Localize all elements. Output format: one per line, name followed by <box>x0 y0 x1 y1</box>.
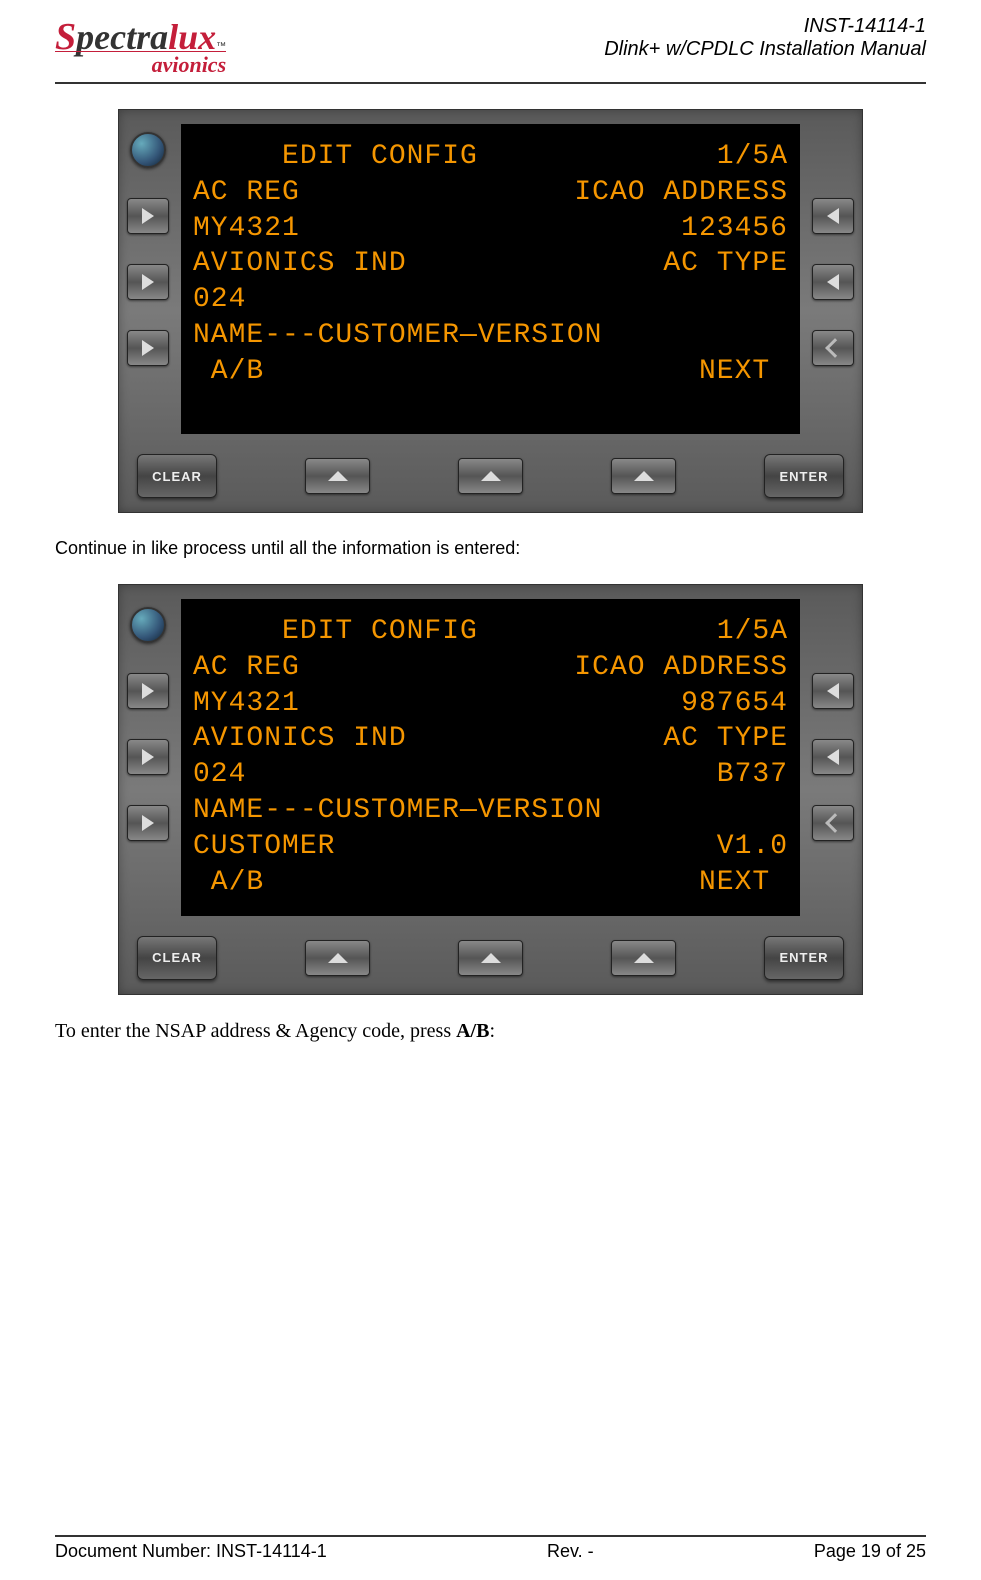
logo-avionics: avionics <box>55 51 226 78</box>
arrow-up-icon <box>634 953 654 963</box>
screen-l2-right: 123456 <box>681 211 788 247</box>
arrow-right-icon <box>142 340 154 356</box>
screen-l3-right: AC TYPE <box>663 721 788 757</box>
screen-l1-left: AC REG <box>193 650 300 686</box>
footer-left: Document Number: INST-14114-1 <box>55 1541 327 1562</box>
screen-title-left: EDIT CONFIG <box>193 614 478 650</box>
body-text-1: Continue in like process until all the i… <box>55 538 926 559</box>
doc-id: INST-14114-1 <box>604 15 926 38</box>
lsk-r3[interactable] <box>812 330 854 366</box>
screen-l2-right: 987654 <box>681 686 788 722</box>
power-button[interactable] <box>130 607 166 643</box>
up-button-3[interactable] <box>611 940 676 976</box>
chevron-left-icon <box>825 813 845 833</box>
logo: Spectralux™ avionics <box>55 15 226 78</box>
screen-l5: NAME---CUSTOMER—VERSION <box>193 318 788 354</box>
lsk-l1[interactable] <box>127 673 169 709</box>
arrow-up-icon <box>634 471 654 481</box>
screen-l2-left: MY4321 <box>193 211 300 247</box>
arrow-left-icon <box>827 749 839 765</box>
lsk-l3[interactable] <box>127 805 169 841</box>
arrow-left-icon <box>827 274 839 290</box>
arrow-right-icon <box>142 274 154 290</box>
page-footer: Document Number: INST-14114-1 Rev. - Pag… <box>55 1535 926 1562</box>
cdu-screen-2: EDIT CONFIG 1/5A AC REG ICAO ADDRESS MY432… <box>181 599 800 916</box>
screen-l2-left: MY4321 <box>193 686 300 722</box>
text2-post: : <box>489 1020 495 1042</box>
screen-title-right: 1/5A <box>717 614 788 650</box>
enter-button[interactable]: ENTER <box>764 936 844 980</box>
up-button-3[interactable] <box>611 458 676 494</box>
lsk-l2[interactable] <box>127 739 169 775</box>
screen-l7-right: NEXT <box>699 865 788 901</box>
arrow-up-icon <box>481 471 501 481</box>
screen-l4-left: 024 <box>193 282 246 318</box>
up-button-2[interactable] <box>458 458 523 494</box>
lsk-l3[interactable] <box>127 330 169 366</box>
up-button-2[interactable] <box>458 940 523 976</box>
arrow-right-icon <box>142 208 154 224</box>
arrow-up-icon <box>328 471 348 481</box>
screen-l4-right: B737 <box>717 757 788 793</box>
left-side-buttons <box>119 120 177 446</box>
screen-l7-left: A/B <box>193 354 264 390</box>
lsk-r3[interactable] <box>812 805 854 841</box>
lsk-r2[interactable] <box>812 264 854 300</box>
screen-l7-left: A/B <box>193 865 264 901</box>
right-side-buttons <box>804 120 862 446</box>
screen-title-right: 1/5A <box>717 139 788 175</box>
header-right: INST-14114-1 Dlink+ w/CPDLC Installation… <box>604 15 926 61</box>
lsk-r2[interactable] <box>812 739 854 775</box>
up-button-1[interactable] <box>305 458 370 494</box>
bottom-buttons: CLEAR ENTER <box>119 446 862 512</box>
cdu-screen-1: EDIT CONFIG 1/5A AC REG ICAO ADDRESS MY432… <box>181 124 800 434</box>
clear-button[interactable]: CLEAR <box>137 454 217 498</box>
arrow-up-icon <box>481 953 501 963</box>
footer-right: Page 19 of 25 <box>814 1541 926 1562</box>
arrow-right-icon <box>142 815 154 831</box>
lsk-r1[interactable] <box>812 673 854 709</box>
screen-l1-right: ICAO ADDRESS <box>574 175 788 211</box>
right-side-buttons <box>804 595 862 928</box>
arrow-right-icon <box>142 683 154 699</box>
screen-l1-left: AC REG <box>193 175 300 211</box>
doc-title: Dlink+ w/CPDLC Installation Manual <box>604 38 926 61</box>
screen-l6-left: CUSTOMER <box>193 829 335 865</box>
lsk-l2[interactable] <box>127 264 169 300</box>
chevron-left-icon <box>825 338 845 358</box>
footer-center: Rev. - <box>547 1541 594 1562</box>
up-button-1[interactable] <box>305 940 370 976</box>
left-side-buttons <box>119 595 177 928</box>
arrow-left-icon <box>827 683 839 699</box>
screen-title-left: EDIT CONFIG <box>193 139 478 175</box>
text2-bold: A/B <box>456 1020 489 1042</box>
screen-l1-right: ICAO ADDRESS <box>574 650 788 686</box>
page-header: Spectralux™ avionics INST-14114-1 Dlink+… <box>55 15 926 84</box>
body-text-2: To enter the NSAP address & Agency code,… <box>55 1020 926 1043</box>
screen-l3-left: AVIONICS IND <box>193 246 407 282</box>
cdu-panel-1: EDIT CONFIG 1/5A AC REG ICAO ADDRESS MY432… <box>118 109 863 513</box>
screen-l7-right: NEXT <box>699 354 788 390</box>
spacer <box>55 1068 926 1448</box>
screen-l3-right: AC TYPE <box>663 246 788 282</box>
screen-l6-right: V1.0 <box>717 829 788 865</box>
bottom-buttons: CLEAR ENTER <box>119 928 862 994</box>
arrow-left-icon <box>827 208 839 224</box>
enter-button[interactable]: ENTER <box>764 454 844 498</box>
screen-l5: NAME---CUSTOMER—VERSION <box>193 793 788 829</box>
arrow-up-icon <box>328 953 348 963</box>
text2-pre: To enter the NSAP address & Agency code,… <box>55 1020 456 1042</box>
clear-button[interactable]: CLEAR <box>137 936 217 980</box>
cdu-panel-2: EDIT CONFIG 1/5A AC REG ICAO ADDRESS MY432… <box>118 584 863 995</box>
power-button[interactable] <box>130 132 166 168</box>
arrow-right-icon <box>142 749 154 765</box>
screen-l3-left: AVIONICS IND <box>193 721 407 757</box>
lsk-r1[interactable] <box>812 198 854 234</box>
screen-l4-left: 024 <box>193 757 246 793</box>
lsk-l1[interactable] <box>127 198 169 234</box>
